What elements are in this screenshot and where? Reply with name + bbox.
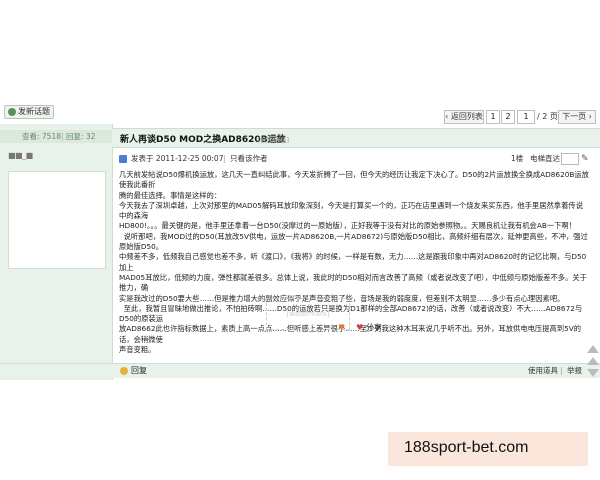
views-count: 查看: 7518 (22, 132, 61, 141)
reply-button[interactable]: 回复 (131, 365, 147, 377)
footer-divider: | (560, 366, 563, 375)
ad-text: 188sport-bet.com (404, 439, 529, 456)
share-action[interactable]: ♥ 分享 (356, 323, 382, 333)
share-label: 分享 (365, 323, 382, 332)
author-username[interactable]: ■■_■ (8, 151, 33, 160)
post-meta-row: 发表于 2011-12-25 00:07 | 只看该作者 1楼 电梯直达 ✎ (119, 153, 597, 165)
page-total-text: / 2 页 (537, 112, 558, 121)
author-only-link[interactable]: 只看该作者 (230, 153, 268, 165)
post-status-icon (119, 155, 127, 163)
next-page-button[interactable]: 下一页 › (558, 110, 596, 124)
new-post-button[interactable]: 发新话题 (4, 105, 54, 119)
post-date: 发表于 2011-12-25 00:07 (131, 154, 224, 163)
new-post-label: 发新话题 (18, 107, 50, 116)
back-to-list-button[interactable]: ‹ 返回列表 (444, 110, 484, 124)
ad-banner[interactable]: 188sport-bet.com (388, 432, 588, 466)
post-footer: 回复 使用道具 | 举报 (0, 363, 600, 378)
elevator-label: 电梯直达 (530, 154, 560, 163)
replies-count: 回复: 32 (66, 132, 96, 141)
heart-icon: ♥ (338, 323, 346, 332)
page-number-input[interactable]: 1 (517, 110, 535, 124)
like-action[interactable]: ♥ (338, 323, 345, 333)
author-avatar[interactable] (8, 171, 106, 269)
use-tools-link[interactable]: 使用道具 (528, 365, 558, 377)
elevator-input[interactable] (561, 153, 579, 165)
edit-icon[interactable]: ✎ (581, 153, 589, 165)
meta-divider: | (223, 154, 226, 163)
scroll-to-top-button[interactable] (586, 343, 600, 379)
copy-link-tag[interactable]: [复制链接] (258, 134, 289, 144)
floor-number: 1楼 (511, 154, 524, 163)
share-icon: ♥ (356, 323, 364, 332)
page-link-2[interactable]: 2 (501, 110, 515, 124)
thread-stats-bar: 查看: 7518 | 回复: 32 (0, 130, 112, 143)
thread-title-bar: 新人再谈D50 MOD之换AD8620B运放 [复制链接] (112, 128, 600, 148)
post-body: 几天前发帖说D50爆机换运放，这几天一直纠结此事，今天发折腾了一回，但今天的经历… (119, 170, 589, 355)
stats-divider: | (61, 132, 64, 141)
report-link[interactable]: 举报 (567, 365, 582, 377)
page-link-1[interactable]: 1 (486, 110, 500, 124)
pencil-icon (8, 107, 16, 116)
reply-icon (120, 367, 128, 375)
scroll-arrows-icon (587, 345, 599, 377)
